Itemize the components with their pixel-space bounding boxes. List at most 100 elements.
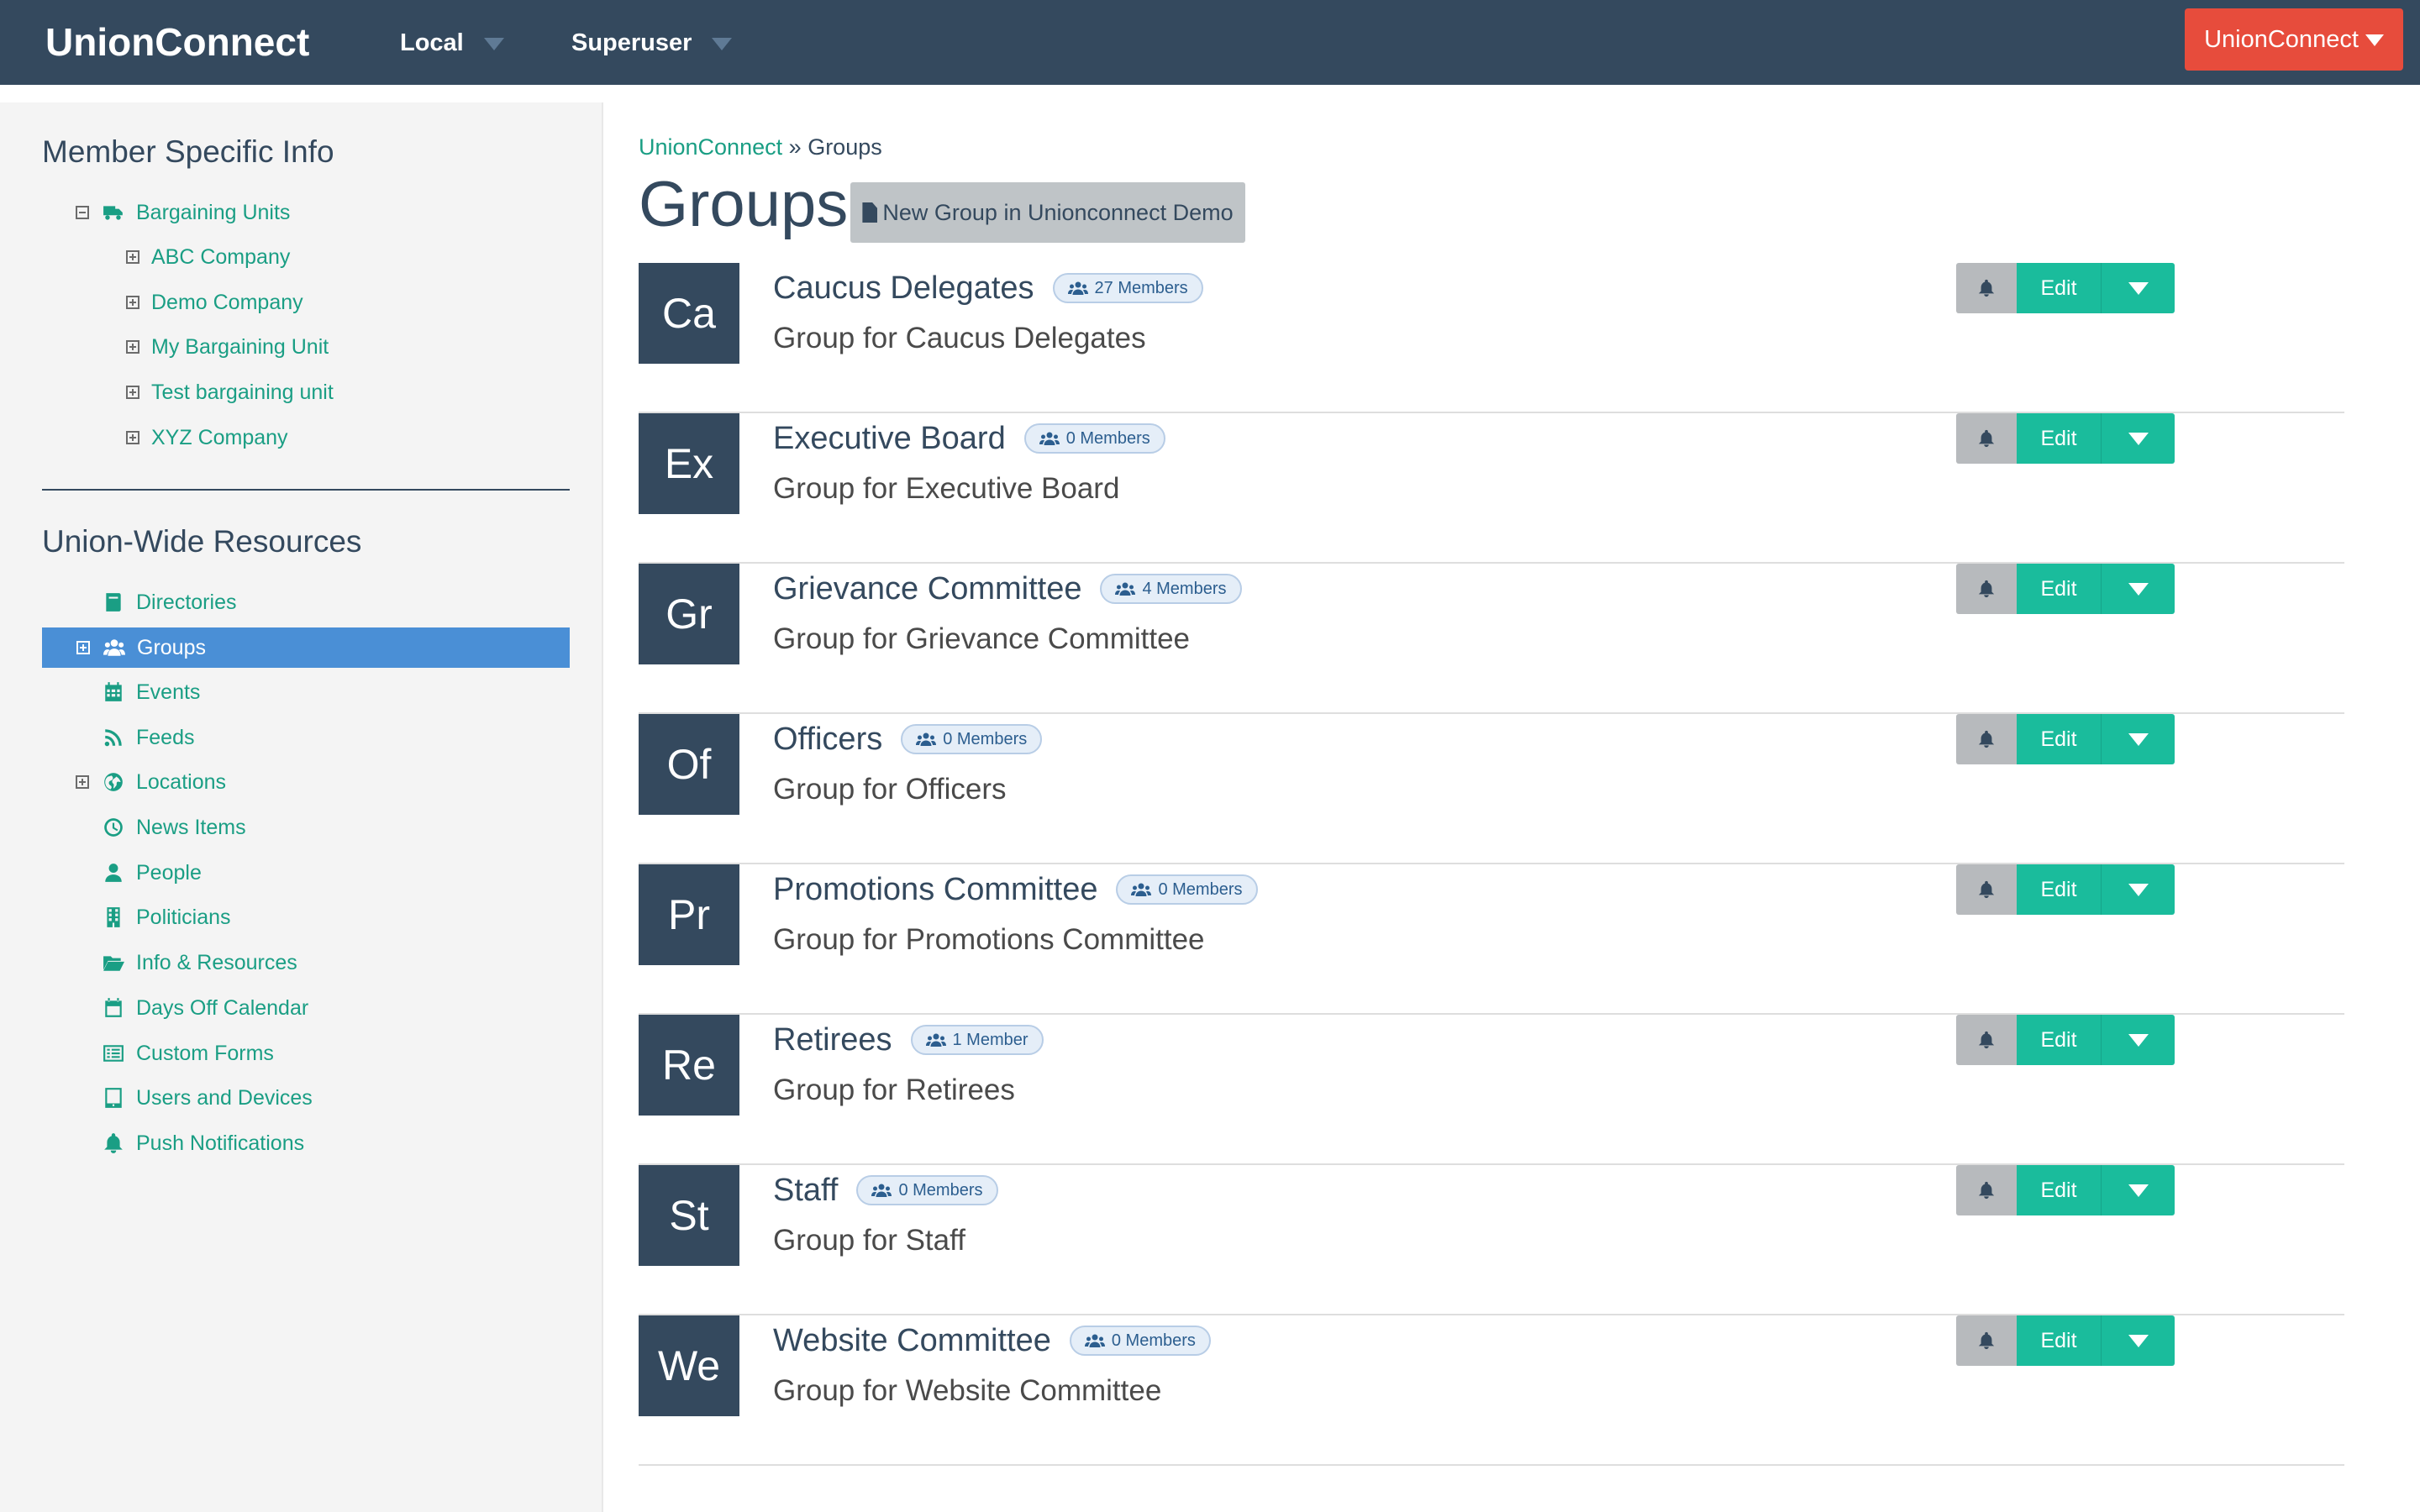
expand-icon[interactable] <box>126 386 139 399</box>
member-count-badge: 27 Members <box>1052 273 1203 303</box>
edit-button[interactable]: Edit <box>2017 864 2101 915</box>
group-name-link[interactable]: Website Committee <box>773 1323 1051 1359</box>
group-description: Group for Staff <box>773 1224 965 1257</box>
user-dropdown-label: Superuser <box>571 29 692 56</box>
local-dropdown[interactable]: Local <box>400 17 504 69</box>
group-avatar[interactable]: Ex <box>639 413 739 514</box>
new-group-label: New Group in Unionconnect Demo <box>882 200 1234 225</box>
sidebar-item-custom-forms[interactable]: Custom Forms <box>101 1034 274 1073</box>
brand-logo[interactable]: UnionConnect <box>45 17 309 67</box>
group-name-link[interactable]: Officers <box>773 722 882 758</box>
expand-icon[interactable] <box>76 641 90 654</box>
group-name-link[interactable]: Caucus Delegates <box>773 270 1034 307</box>
notify-button[interactable] <box>1956 1165 2017 1215</box>
notify-button[interactable] <box>1956 864 2017 915</box>
notify-button[interactable] <box>1956 714 2017 764</box>
more-actions-dropdown[interactable] <box>2101 413 2175 464</box>
member-count-text: 27 Members <box>1094 278 1188 297</box>
group-title: Caucus Delegates 27 Members <box>773 263 1203 313</box>
group-avatar[interactable]: Re <box>639 1015 739 1116</box>
breadcrumb-home-link[interactable]: UnionConnect <box>639 134 782 160</box>
more-actions-dropdown[interactable] <box>2101 564 2175 614</box>
local-dropdown-label: Local <box>400 29 464 56</box>
sidebar-item-groups[interactable]: Groups <box>42 627 570 668</box>
more-actions-dropdown[interactable] <box>2101 1015 2175 1065</box>
more-actions-dropdown[interactable] <box>2101 263 2175 313</box>
sidebar-item-days-off-calendar[interactable]: Days Off Calendar <box>101 989 308 1027</box>
group-avatar[interactable]: Ca <box>639 263 739 364</box>
group-name-link[interactable]: Staff <box>773 1173 838 1209</box>
group-description: Group for Website Committee <box>773 1374 1162 1407</box>
edit-button[interactable]: Edit <box>2017 263 2101 313</box>
new-group-button[interactable]: New Group in Unionconnect Demo <box>850 182 1245 243</box>
group-name-link[interactable]: Promotions Committee <box>773 872 1097 908</box>
group-name-link[interactable]: Retirees <box>773 1022 892 1058</box>
group-row: Pr Promotions Committee 0 Members Group for… <box>639 864 2344 1015</box>
sidebar-item-feeds[interactable]: Feeds <box>101 718 194 757</box>
collapse-icon[interactable] <box>76 206 89 219</box>
sidebar-item-xyz-company[interactable]: XYZ Company <box>126 418 288 457</box>
expand-icon[interactable] <box>126 340 139 354</box>
group-avatar[interactable]: Pr <box>639 864 739 965</box>
sidebar-item-events[interactable]: Events <box>101 673 200 711</box>
sidebar-item-push-notifications[interactable]: Push Notifications <box>101 1124 304 1163</box>
expand-icon[interactable] <box>126 431 139 444</box>
expand-icon[interactable] <box>126 250 139 264</box>
member-count-text: 0 Members <box>898 1180 983 1200</box>
group-name-link[interactable]: Grievance Committee <box>773 571 1081 607</box>
bell-icon <box>1977 278 1996 298</box>
notify-button[interactable] <box>1956 1315 2017 1366</box>
edit-button[interactable]: Edit <box>2017 1015 2101 1065</box>
more-actions-dropdown[interactable] <box>2101 864 2175 915</box>
sidebar-item-users-devices[interactable]: Users and Devices <box>101 1079 313 1117</box>
expand-icon[interactable] <box>76 775 89 789</box>
sidebar-item-locations[interactable]: Locations <box>76 763 226 801</box>
caret-down-icon <box>2128 1334 2149 1347</box>
edit-button[interactable]: Edit <box>2017 1165 2101 1215</box>
edit-button[interactable]: Edit <box>2017 1315 2101 1366</box>
group-avatar[interactable]: We <box>639 1315 739 1416</box>
sidebar-item-my-bargaining-unit[interactable]: My Bargaining Unit <box>126 328 329 366</box>
more-actions-dropdown[interactable] <box>2101 1315 2175 1366</box>
group-actions: Edit <box>1956 864 2175 915</box>
edit-button[interactable]: Edit <box>2017 564 2101 614</box>
notify-button[interactable] <box>1956 1015 2017 1065</box>
bell-icon <box>1977 879 1996 900</box>
notify-button[interactable] <box>1956 263 2017 313</box>
group-actions: Edit <box>1956 413 2175 464</box>
sidebar-item-news-items[interactable]: News Items <box>101 808 246 847</box>
org-switcher-button[interactable]: UnionConnect <box>2185 8 2403 71</box>
sidebar-item-info-resources[interactable]: Info & Resources <box>101 943 297 982</box>
sidebar-item-demo-company[interactable]: Demo Company <box>126 283 303 322</box>
group-avatar[interactable]: Gr <box>639 564 739 664</box>
org-switcher-label: UnionConnect <box>2204 26 2359 53</box>
bell-icon <box>1977 1331 1996 1351</box>
sidebar-item-test-bargaining-unit[interactable]: Test bargaining unit <box>126 373 334 412</box>
sidebar-item-abc-company[interactable]: ABC Company <box>126 238 290 276</box>
group-name-link[interactable]: Executive Board <box>773 421 1006 457</box>
notify-button[interactable] <box>1956 413 2017 464</box>
sidebar-item-people[interactable]: People <box>101 853 202 892</box>
more-actions-dropdown[interactable] <box>2101 714 2175 764</box>
sidebar-item-bargaining-units[interactable]: Bargaining Units <box>76 193 290 232</box>
group-avatar[interactable]: Of <box>639 714 739 815</box>
group-description: Group for Caucus Delegates <box>773 322 1146 354</box>
user-dropdown[interactable]: Superuser <box>571 17 733 69</box>
group-avatar[interactable]: St <box>639 1165 739 1266</box>
top-navbar: UnionConnect Local Superuser UnionConnec… <box>0 0 2420 85</box>
sidebar-item-label: Bargaining Units <box>136 200 291 224</box>
sidebar-item-politicians[interactable]: Politicians <box>101 898 231 937</box>
expand-icon[interactable] <box>126 296 139 309</box>
notify-button[interactable] <box>1956 564 2017 614</box>
bell-icon <box>1977 428 1996 449</box>
folder-open-icon <box>101 950 126 975</box>
globe-icon <box>101 769 126 795</box>
caret-down-icon <box>483 37 504 50</box>
edit-button[interactable]: Edit <box>2017 714 2101 764</box>
more-actions-dropdown[interactable] <box>2101 1165 2175 1215</box>
caret-down-icon <box>2128 281 2149 295</box>
sidebar-item-directories[interactable]: Directories <box>101 583 236 622</box>
breadcrumb-separator: » <box>788 134 802 160</box>
edit-button[interactable]: Edit <box>2017 413 2101 464</box>
sidebar-item-label: XYZ Company <box>151 425 288 449</box>
